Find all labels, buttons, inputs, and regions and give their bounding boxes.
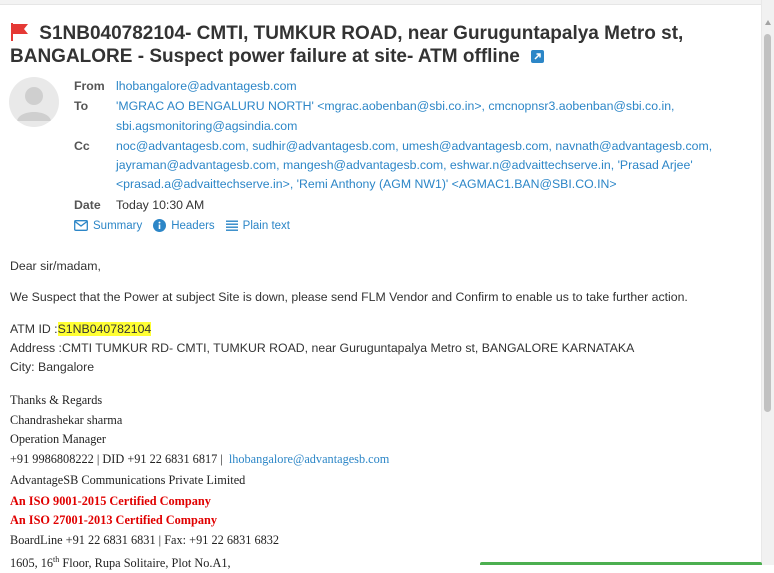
sig-address: 1605, 16th Floor, Rupa Solitaire, Plot N… [10,550,231,573]
message-text: We Suspect that the Power at subject Sit… [10,290,688,304]
sig-title: Operation Manager [10,432,106,446]
atm-id-label: ATM ID : [10,322,58,336]
lines-icon [225,220,238,231]
to-recipients-line-2[interactable]: sbi.agsmonitoring@agsindia.com [116,116,756,136]
from-label: From [74,79,105,93]
sig-thanks: Thanks & Regards [10,393,103,407]
sig-name: Chandrashekar sharma [10,413,123,427]
sig-phone: +91 9986808222 | DID +91 22 6831 6817 | [10,452,223,466]
flag-icon[interactable] [10,23,30,41]
greeting: Dear sir/madam, [10,259,101,273]
city-line: City: Bangalore [10,360,95,374]
tab-plain-text-label: Plain text [242,219,290,232]
sig-iso-9001: An ISO 9001-2015 Certified Company [10,494,211,508]
vertical-scrollbar[interactable] [761,0,774,565]
sig-address-part-1: 1605, 16 [10,556,54,571]
sig-company: AdvantageSB Communications Private Limit… [10,473,246,487]
sig-phone-line: +91 9986808222 | DID +91 22 6831 6817 | l… [10,449,389,469]
cc-recipients-line-3[interactable]: <prasad.a@advaittechserve.in>, 'Remi Ant… [116,174,756,194]
sig-iso-27001: An ISO 27001-2013 Certified Company [10,513,217,527]
person-icon [17,87,51,121]
date-value: Today 10:30 AM [116,198,205,212]
cc-label: Cc [74,139,90,153]
sig-boardline: BoardLine +91 22 6831 6831 | Fax: +91 22… [10,533,280,547]
tab-plain-text[interactable]: Plain text [225,219,290,232]
subject-text: S1NB040782104- CMTI, TUMKUR ROAD, near G… [10,23,684,67]
sig-address-part-2: Floor, Rupa Solitaire, Plot No.A1, [59,556,231,571]
tab-summary-label: Summary [93,219,143,232]
date-label: Date [74,198,101,212]
scroll-thumb[interactable] [764,34,771,412]
tab-headers[interactable]: Headers [153,219,215,232]
sender-avatar [9,77,59,127]
message-view-tabs: Summary Headers Plain text [74,219,301,232]
atm-id-line: ATM ID :S1NB040782104 [10,320,152,339]
envelope-icon [74,220,88,231]
external-link-icon[interactable] [531,50,545,63]
cc-recipients-line-2[interactable]: jayraman@advantagesb.com, mangesh@advant… [116,155,756,175]
to-label: To [74,99,89,113]
sig-email-link[interactable]: lhobangalore@advantagesb.com [229,452,390,466]
address-line: Address :CMTI TUMKUR RD- CMTI, TUMKUR RO… [10,341,635,355]
tab-headers-label: Headers [171,219,215,232]
cc-recipients-line-1[interactable]: noc@advantagesb.com, sudhir@advantagesb.… [116,136,756,156]
tab-summary[interactable]: Summary [74,220,142,232]
atm-id-value: S1NB040782104 [57,322,152,336]
email-subject: S1NB040782104- CMTI, TUMKUR ROAD, near G… [10,22,750,68]
to-recipients-line-1[interactable]: 'MGRAC AO BENGALURU NORTH' <mgrac.aobenb… [116,96,756,116]
top-toolbar-strip [0,0,762,5]
scroll-up-icon[interactable] [765,20,771,25]
from-address[interactable]: lhobangalore@advantagesb.com [116,76,756,96]
info-icon [153,219,167,232]
